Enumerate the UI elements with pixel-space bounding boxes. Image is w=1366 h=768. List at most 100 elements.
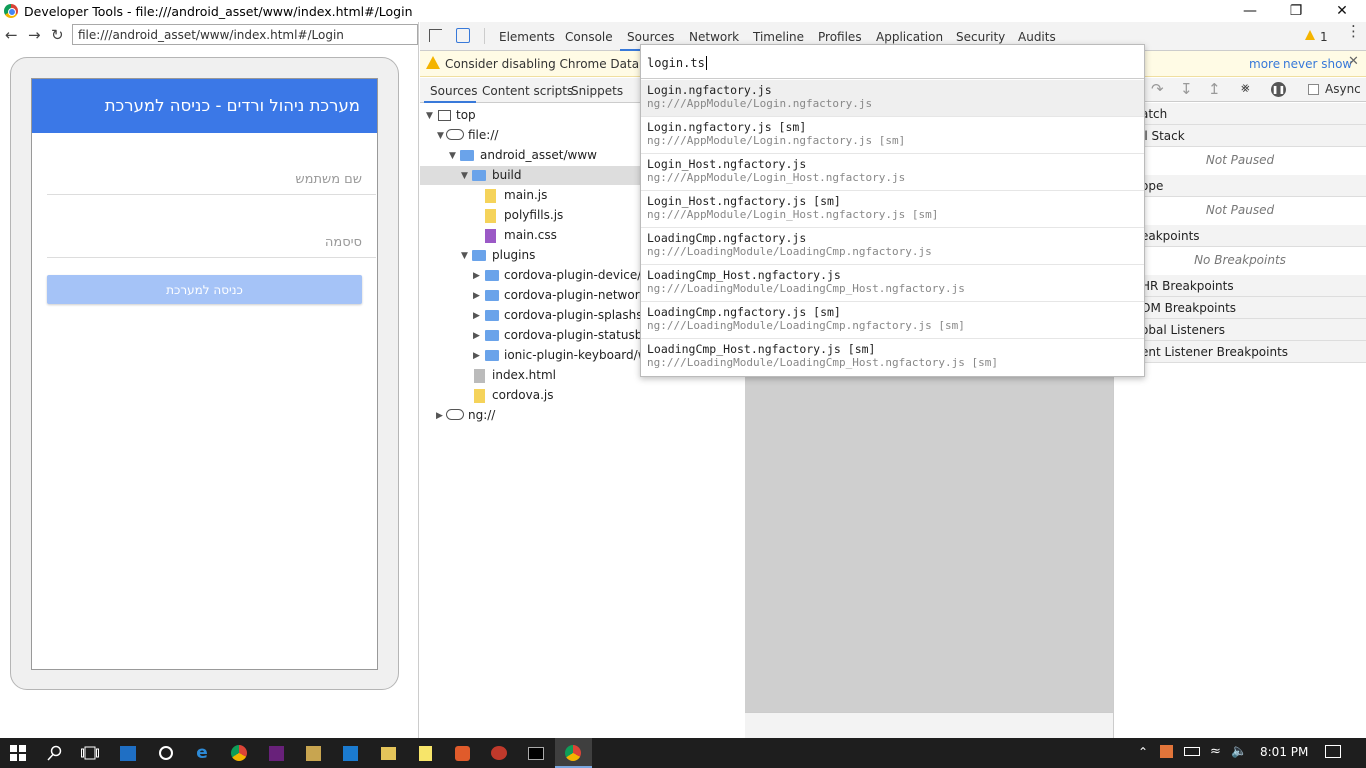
infobar-never-show-link[interactable]: never show [1283, 57, 1352, 71]
battery-icon[interactable] [1184, 747, 1200, 756]
collapsed-triangle-icon[interactable]: ▶ [473, 271, 480, 281]
tree-item[interactable]: cordova.js [492, 388, 553, 402]
visual-studio-icon[interactable] [265, 742, 287, 764]
close-button[interactable]: ✕ [1319, 0, 1365, 22]
tree-item[interactable]: index.html [492, 368, 556, 382]
tray-app-icon[interactable] [1160, 745, 1173, 758]
app-icon[interactable] [302, 742, 324, 764]
step-out-icon[interactable]: ↥ [1208, 80, 1221, 98]
tab-profiles[interactable]: Profiles [818, 30, 862, 44]
forward-icon[interactable]: → [28, 26, 41, 44]
infobar-more-link[interactable]: more [1249, 57, 1280, 71]
tree-item[interactable]: top [456, 108, 476, 122]
navigator-tab-sources[interactable]: Sources [430, 84, 477, 98]
login-button[interactable]: כניסה למערכת [47, 275, 362, 304]
deactivate-breakpoints-icon[interactable]: ⨳ [1241, 80, 1250, 96]
section-call-stack[interactable]: ll Stack [1114, 125, 1366, 147]
tree-item[interactable]: main.js [504, 188, 547, 202]
tree-item[interactable]: main.css [504, 228, 557, 242]
collapsed-triangle-icon[interactable]: ▶ [473, 331, 480, 341]
quick-open-result[interactable]: LoadingCmp_Host.ngfactory.js [sm] ng:///L… [641, 339, 1144, 376]
pause-on-exceptions-icon[interactable]: ❚❚ [1271, 82, 1286, 97]
restore-button[interactable]: ❐ [1273, 0, 1319, 22]
quick-open-result[interactable]: LoadingCmp.ngfactory.js ng:///LoadingModu… [641, 228, 1144, 265]
quick-open-input[interactable]: login.ts [641, 45, 1144, 79]
chrome-taskbar-icon[interactable] [228, 742, 250, 764]
settings-app-icon[interactable] [155, 742, 177, 764]
app-icon[interactable] [488, 742, 510, 764]
tree-item[interactable]: file:// [468, 128, 498, 142]
search-icon[interactable] [44, 742, 66, 764]
section-scope[interactable]: ope [1114, 175, 1366, 197]
tree-item[interactable]: ng:// [468, 408, 495, 422]
infobar-close-icon[interactable]: ✕ [1348, 54, 1359, 69]
expand-triangle-icon[interactable]: ▼ [461, 171, 468, 181]
action-center-icon[interactable] [1325, 745, 1341, 758]
tree-item[interactable]: build [492, 168, 522, 182]
show-hidden-icons-icon[interactable]: ⌃ [1138, 745, 1148, 759]
navigator-tab-content-scripts[interactable]: Content scripts [482, 84, 573, 98]
chrome-devtools-taskbar-icon[interactable] [562, 742, 584, 764]
tree-item[interactable]: plugins [492, 248, 535, 262]
tab-sources[interactable]: Sources [627, 30, 674, 44]
file-explorer-icon[interactable] [377, 742, 399, 764]
step-into-icon[interactable]: ↧ [1180, 80, 1193, 98]
tab-application[interactable]: Application [876, 30, 943, 44]
tree-item[interactable]: cordova-plugin-splashscre [504, 308, 661, 322]
reload-icon[interactable]: ↻ [51, 26, 64, 44]
async-checkbox[interactable] [1308, 84, 1319, 95]
edge-icon[interactable]: e [191, 742, 213, 764]
warning-icon[interactable] [1305, 30, 1315, 40]
section-xhr-breakpoints[interactable]: HR Breakpoints [1114, 275, 1366, 297]
step-over-icon[interactable]: ↷ [1151, 80, 1164, 98]
collapsed-triangle-icon[interactable]: ▶ [436, 411, 443, 421]
wifi-icon[interactable]: ≈ [1210, 744, 1221, 759]
expand-triangle-icon[interactable]: ▼ [449, 151, 456, 161]
section-dom-breakpoints[interactable]: OM Breakpoints [1114, 297, 1366, 319]
tree-item[interactable]: cordova-plugin-statusbar/ [504, 328, 659, 342]
command-prompt-icon[interactable] [525, 742, 547, 764]
expand-triangle-icon[interactable]: ▼ [437, 131, 444, 141]
username-field[interactable]: שם משתמש [295, 172, 362, 187]
quick-open-result[interactable]: LoadingCmp.ngfactory.js [sm] ng:///Loadin… [641, 302, 1144, 339]
section-watch[interactable]: atch [1114, 103, 1366, 125]
notepad-icon[interactable] [414, 742, 436, 764]
expand-triangle-icon[interactable]: ▼ [461, 251, 468, 261]
clock[interactable]: 8:01 PM [1260, 745, 1308, 759]
quick-open-result[interactable]: Login.ngfactory.js ng:///AppModule/Login.… [641, 80, 1144, 117]
tree-item[interactable]: ionic-plugin-keyboard/wv [504, 348, 655, 362]
app-icon[interactable] [451, 742, 473, 764]
collapsed-triangle-icon[interactable]: ▶ [473, 351, 480, 361]
tab-console[interactable]: Console [565, 30, 613, 44]
tab-audits[interactable]: Audits [1018, 30, 1056, 44]
back-icon[interactable]: ← [5, 26, 18, 44]
minimize-button[interactable]: — [1227, 0, 1273, 22]
warning-count[interactable]: 1 [1320, 30, 1328, 44]
store-icon[interactable] [117, 742, 139, 764]
tree-item[interactable]: cordova-plugin-network-i [504, 288, 654, 302]
vscode-icon[interactable] [339, 742, 361, 764]
inspect-element-icon[interactable] [429, 29, 442, 42]
windows-start-icon[interactable] [7, 742, 29, 764]
address-bar[interactable]: file:///android_asset/www/index.html#/Lo… [72, 24, 418, 45]
menu-kebab-icon[interactable]: ⋮ [1346, 24, 1361, 39]
device-toolbar-icon[interactable] [456, 28, 470, 43]
tab-network[interactable]: Network [689, 30, 739, 44]
tab-security[interactable]: Security [956, 30, 1005, 44]
password-field[interactable]: סיסמה [325, 235, 362, 250]
task-view-icon[interactable] [79, 742, 101, 764]
tab-elements[interactable]: Elements [499, 30, 555, 44]
collapsed-triangle-icon[interactable]: ▶ [473, 291, 480, 301]
tree-item[interactable]: android_asset/www [480, 148, 597, 162]
tree-item[interactable]: polyfills.js [504, 208, 563, 222]
quick-open-result[interactable]: Login_Host.ngfactory.js ng:///AppModule/L… [641, 154, 1144, 191]
tab-timeline[interactable]: Timeline [753, 30, 804, 44]
collapsed-triangle-icon[interactable]: ▶ [473, 311, 480, 321]
section-event-listener-breakpoints[interactable]: ent Listener Breakpoints [1114, 341, 1366, 363]
section-global-listeners[interactable]: obal Listeners [1114, 319, 1366, 341]
quick-open-result[interactable]: LoadingCmp_Host.ngfactory.js ng:///Loadin… [641, 265, 1144, 302]
navigator-tab-snippets[interactable]: Snippets [571, 84, 623, 98]
expand-triangle-icon[interactable]: ▼ [426, 111, 433, 121]
tree-item[interactable]: cordova-plugin-device/ww [504, 268, 661, 282]
quick-open-result[interactable]: Login_Host.ngfactory.js [sm] ng:///AppMod… [641, 191, 1144, 228]
